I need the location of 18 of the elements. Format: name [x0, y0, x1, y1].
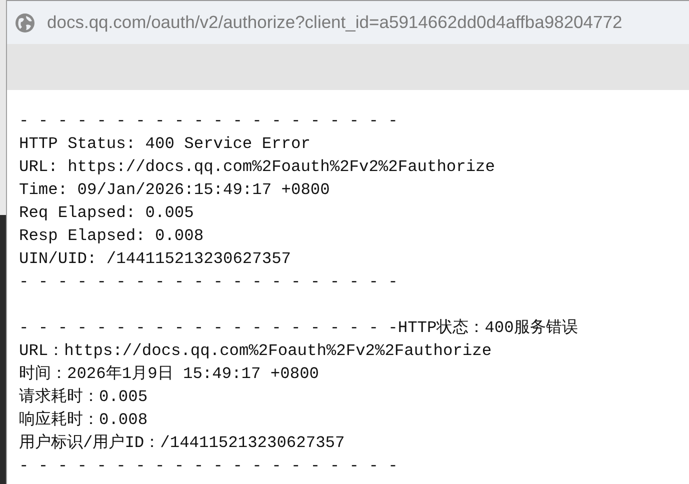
- log-line: HTTP Status: 400 Service Error: [19, 134, 310, 155]
- log-line: Time: 09/Jan/2026:15:49:17 +0800: [19, 180, 330, 201]
- log-line: URL：https://docs.qq.com%2Foauth%2Fv2%2Fauthorize: [19, 341, 492, 362]
- url-text: docs.qq.com/oauth/v2/authorize?client_id=a5914662dd0d4affba98204772: [47, 12, 622, 33]
- log-line: - - - - - - - - - - - - - - - - - - - -HTTP状态：400服务错误: [19, 318, 578, 339]
- log-line: - - - - - - - - - - - - - - - - - - - -: [19, 111, 398, 132]
- log-line: Resp Elapsed: 0.008: [19, 226, 204, 247]
- log-line: Req Elapsed: 0.005: [19, 203, 194, 224]
- address-bar[interactable]: docs.qq.com/oauth/v2/authorize?client_id=a5914662dd0d4affba98204772: [7, 0, 689, 44]
- log-line: 响应耗时：0.008: [19, 410, 148, 431]
- log-line: URL: https://docs.qq.com%2Foauth%2Fv2%2Fauthorize: [19, 157, 495, 178]
- log-line: - - - - - - - - - - - - - - - - - - - -: [19, 456, 398, 477]
- log-line: 时间：2026年1月9日 15:49:17 +0800: [19, 364, 319, 385]
- globe-icon: [15, 12, 35, 32]
- log-line: UIN/UID: /144115213230627357: [19, 249, 291, 270]
- log-line: 请求耗时：0.005: [19, 386, 148, 408]
- log-line: 用户标识/用户ID：/144115213230627357: [19, 432, 345, 454]
- log-line: - - - - - - - - - - - - - - - - - - - -: [19, 272, 398, 293]
